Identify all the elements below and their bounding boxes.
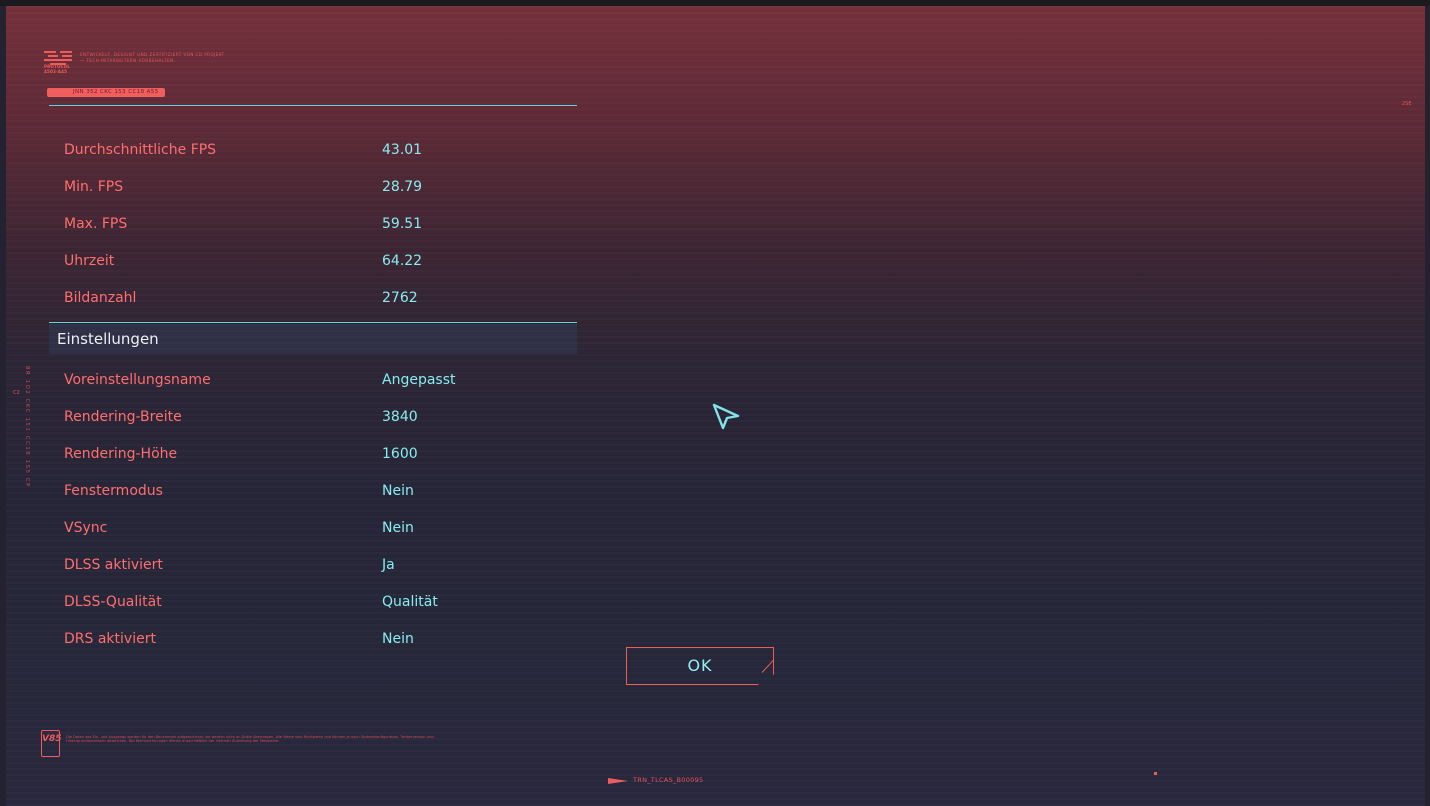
setting-value: Nein xyxy=(382,631,414,647)
setting-value: Nein xyxy=(382,520,414,536)
decorative-dot xyxy=(1154,772,1157,775)
setting-row-render-width: Rendering-Breite 3840 xyxy=(64,409,584,431)
benchmark-results-panel: PROTOCOL 4503-A45 ENTWICKELT, DESIGNT UN… xyxy=(6,6,1425,806)
stat-value: 2762 xyxy=(382,290,418,306)
brand-text: ENTWICKELT, DESIGNT UND ZERTIFIZIERT VON… xyxy=(80,52,225,63)
section-divider xyxy=(49,322,577,323)
setting-label: Rendering-Breite xyxy=(64,409,182,425)
stat-row-min-fps: Min. FPS 28.79 xyxy=(64,179,584,201)
stat-label: Bildanzahl xyxy=(64,290,137,306)
setting-label: VSync xyxy=(64,520,108,536)
setting-label: DRS aktiviert xyxy=(64,631,156,647)
legal-text: Die Daten des Ein- und Ausgangs werden f… xyxy=(66,735,434,744)
setting-label: DLSS-Qualität xyxy=(64,594,162,610)
stat-label: Uhrzeit xyxy=(64,253,115,269)
setting-row-drs-enabled: DRS aktiviert Nein xyxy=(64,631,584,653)
stat-row-time: Uhrzeit 64.22 xyxy=(64,253,584,275)
stat-label: Durchschnittliche FPS xyxy=(64,142,217,158)
setting-value: Nein xyxy=(382,483,414,499)
ok-button[interactable]: OK xyxy=(626,647,774,685)
stat-row-avg-fps: Durchschnittliche FPS 43.01 xyxy=(64,142,584,164)
trn-code: TRN_TLCAS_B00095 xyxy=(633,776,704,784)
setting-value: Angepasst xyxy=(382,372,456,388)
arrow-right-icon xyxy=(608,778,628,784)
settings-title: Einstellungen xyxy=(57,330,159,348)
setting-label: Rendering-Höhe xyxy=(64,446,178,462)
setting-row-dlss-quality: DLSS-Qualität Qualität xyxy=(64,594,584,616)
stat-row-max-fps: Max. FPS 59.51 xyxy=(64,216,584,238)
setting-label: Fenstermodus xyxy=(64,483,163,499)
setting-value: 1600 xyxy=(382,446,418,462)
tag-code: JNN 352 CKC 153 CC18 A55 xyxy=(47,88,165,97)
setting-row-preset: Voreinstellungsname Angepasst xyxy=(64,372,584,394)
brand-word: PROTOCOL 4503-A45 xyxy=(44,64,71,74)
stat-label: Min. FPS xyxy=(64,179,124,195)
setting-row-window-mode: Fenstermodus Nein xyxy=(64,483,584,505)
setting-label: DLSS aktiviert xyxy=(64,557,163,573)
stat-row-frame-count: Bildanzahl 2762 xyxy=(64,290,584,312)
side-vertical-code: 8R 1O2 CKC 151 CC18 1S5 CP xyxy=(24,366,30,488)
setting-value: 3840 xyxy=(382,409,418,425)
stat-label: Max. FPS xyxy=(64,216,128,232)
brand-block: PROTOCOL 4503-A45 ENTWICKELT, DESIGNT UN… xyxy=(44,50,224,78)
stat-value: 59.51 xyxy=(382,216,423,232)
corner-code: 2SE xyxy=(1402,101,1412,107)
setting-row-render-height: Rendering-Höhe 1600 xyxy=(64,446,584,468)
header-divider xyxy=(49,105,577,106)
setting-value: Qualität xyxy=(382,594,438,610)
setting-value: Ja xyxy=(382,557,395,573)
setting-row-vsync: VSync Nein xyxy=(64,520,584,542)
settings-section-header: Einstellungen xyxy=(49,324,577,354)
stat-value: 43.01 xyxy=(382,142,423,158)
side-mark: C2 xyxy=(13,390,20,396)
setting-label: Voreinstellungsname xyxy=(64,372,211,388)
stat-value: 28.79 xyxy=(382,179,423,195)
cursor-arrow-icon xyxy=(712,403,740,430)
setting-row-dlss-enabled: DLSS aktiviert Ja xyxy=(64,557,584,579)
stat-value: 64.22 xyxy=(382,253,423,269)
legal-logo: V85 xyxy=(41,730,62,757)
